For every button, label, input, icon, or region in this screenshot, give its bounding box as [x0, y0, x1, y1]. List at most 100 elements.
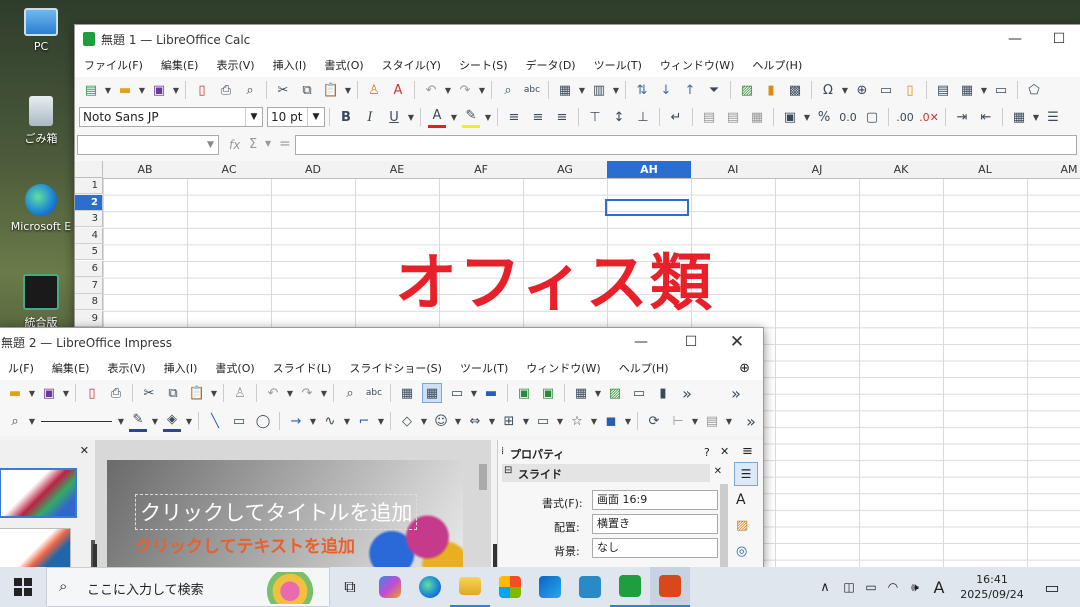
orientation-select[interactable]: 横置き: [592, 514, 718, 534]
font-size-box[interactable]: 10 pt ▼: [267, 107, 325, 127]
row-header[interactable]: 9: [75, 310, 103, 327]
title-placeholder[interactable]: クリックしてタイトルを追加: [135, 494, 418, 530]
save-icon[interactable]: ▣: [150, 81, 168, 99]
format-select[interactable]: 画面 16:9: [592, 490, 718, 510]
close-icon[interactable]: ✕: [720, 445, 729, 458]
overflow-icon[interactable]: »: [742, 412, 760, 431]
slide-canvas[interactable]: クリックしてタイトルを追加 クリックしてテキストを追加: [107, 460, 463, 568]
globe-icon[interactable]: ⊕: [730, 361, 759, 376]
export-pdf-icon[interactable]: ▯: [83, 384, 101, 402]
ellipse-icon[interactable]: ◯: [254, 412, 272, 430]
chevron-down-icon[interactable]: ▼: [450, 108, 458, 126]
collapse-icon[interactable]: ⊟: [504, 465, 512, 476]
calc-menu-item[interactable]: 編集(E): [152, 57, 208, 73]
impress-menu-item[interactable]: スライドショー(S): [340, 360, 451, 376]
sort-icon[interactable]: ⇅: [633, 81, 651, 99]
impress-maximize-button[interactable]: ☐: [669, 328, 713, 356]
column-header[interactable]: AK: [859, 161, 944, 179]
calc-menu-item[interactable]: データ(D): [517, 57, 585, 73]
paste-icon[interactable]: 📋: [188, 384, 206, 402]
chart-icon[interactable]: ▮: [654, 384, 672, 402]
curve-icon[interactable]: ∿: [321, 412, 339, 430]
chevron-down-icon[interactable]: ▼: [444, 81, 452, 99]
media-icon[interactable]: ▭: [630, 384, 648, 402]
decrease-indent-icon[interactable]: ⇤: [977, 108, 995, 126]
comment-icon[interactable]: ▭: [877, 81, 895, 99]
print-preview-icon[interactable]: ⌕: [241, 81, 259, 99]
split-window-icon[interactable]: ▭: [992, 81, 1010, 99]
workspace-scrollbar-left[interactable]: [93, 544, 97, 568]
desktop-icon-edge[interactable]: Microsoft E: [6, 184, 76, 233]
row-header[interactable]: 6: [75, 261, 103, 277]
chevron-down-icon[interactable]: ▼: [286, 384, 294, 402]
chevron-down-icon[interactable]: ▼: [454, 412, 462, 430]
column-header[interactable]: AE: [355, 161, 440, 179]
chevron-up-icon[interactable]: ∧: [812, 580, 838, 595]
function-wizard-icon[interactable]: fx: [229, 138, 240, 152]
flowchart-icon[interactable]: ⊞: [500, 412, 518, 430]
chevron-down-icon[interactable]: ▼: [578, 81, 586, 99]
open-icon[interactable]: ▬: [116, 81, 134, 99]
align-bottom-icon[interactable]: ⊥: [634, 108, 652, 126]
chevron-down-icon[interactable]: ▼: [590, 412, 598, 430]
paste-icon[interactable]: 📋: [322, 81, 340, 99]
sort-ascending-icon[interactable]: ↓: [657, 81, 675, 99]
column-header[interactable]: AI: [691, 161, 776, 179]
column-icon[interactable]: ▥: [590, 81, 608, 99]
redo-icon[interactable]: ↷: [456, 81, 474, 99]
chevron-down-icon[interactable]: ▼: [343, 412, 351, 430]
helplines-icon[interactable]: ▦: [422, 383, 442, 403]
chevron-down-icon[interactable]: ▼: [185, 412, 193, 430]
impress-menu-item[interactable]: 編集(E): [43, 360, 99, 376]
increase-indent-icon[interactable]: ⇥: [953, 108, 971, 126]
align-objects-icon[interactable]: ⊢: [669, 412, 687, 430]
rectangle-icon[interactable]: ▭: [230, 412, 248, 430]
grid-icon[interactable]: ▦: [398, 384, 416, 402]
outlook-button[interactable]: [530, 567, 570, 607]
desktop-icon-pc[interactable]: PC: [6, 8, 76, 53]
clear-formatting-icon[interactable]: A: [389, 81, 407, 99]
calc-minimize-button[interactable]: —: [993, 25, 1037, 53]
row-header[interactable]: 4: [75, 227, 103, 244]
calc-menu-item[interactable]: 書式(O): [315, 57, 372, 73]
chevron-down-icon[interactable]: ▼: [265, 139, 271, 148]
bold-icon[interactable]: B: [337, 108, 355, 126]
freeze-rows-icon[interactable]: ▦: [958, 81, 976, 99]
align-top-icon[interactable]: ⊤: [586, 108, 604, 126]
wifi-icon[interactable]: ◠: [882, 580, 904, 594]
chevron-down-icon[interactable]: ▼: [138, 81, 146, 99]
column-header[interactable]: AC: [187, 161, 272, 179]
basic-shapes-icon[interactable]: ◇: [398, 412, 416, 430]
impress-menu-item[interactable]: ヘルプ(H): [610, 360, 678, 376]
export-pdf-icon[interactable]: ▯: [193, 81, 211, 99]
calc-menu-item[interactable]: シート(S): [450, 57, 517, 73]
impress-close-button[interactable]: ✕: [715, 328, 759, 356]
row-icon[interactable]: ▦: [556, 81, 574, 99]
impress-menu-item[interactable]: 挿入(I): [155, 360, 207, 376]
find-replace-icon[interactable]: ⌕: [341, 384, 359, 402]
task-view-button[interactable]: ⧉: [330, 567, 370, 607]
chevron-down-icon[interactable]: ▼: [470, 384, 478, 402]
battery-icon[interactable]: ▭: [860, 580, 882, 594]
autofilter-icon[interactable]: ⏷: [705, 81, 723, 99]
chevron-down-icon[interactable]: ▼: [309, 412, 317, 430]
clone-formatting-icon[interactable]: ♙: [365, 81, 383, 99]
chevron-down-icon[interactable]: ▼: [320, 384, 328, 402]
chevron-down-icon[interactable]: ▼: [420, 412, 428, 430]
font-name-box[interactable]: Noto Sans JP ▼: [79, 107, 263, 127]
copilot-button[interactable]: [370, 567, 410, 607]
chevron-down-icon[interactable]: ▼: [725, 412, 733, 430]
display-views-icon[interactable]: ▭: [448, 384, 466, 402]
row-header[interactable]: 7: [75, 277, 103, 294]
name-box[interactable]: [77, 135, 219, 155]
sort-descending-icon[interactable]: ↑: [681, 81, 699, 99]
number-format-icon[interactable]: 0.0: [839, 108, 857, 126]
start-button[interactable]: [0, 567, 46, 607]
new-icon[interactable]: ▤: [82, 81, 100, 99]
add-decimal-icon[interactable]: .00: [896, 108, 914, 126]
libreoffice-impress-button[interactable]: [570, 567, 610, 607]
define-print-area-icon[interactable]: ▤: [934, 81, 952, 99]
redo-icon[interactable]: ↷: [298, 384, 316, 402]
impress-menu-item[interactable]: ル(F): [0, 360, 43, 376]
chevron-down-icon[interactable]: ▼: [522, 412, 530, 430]
